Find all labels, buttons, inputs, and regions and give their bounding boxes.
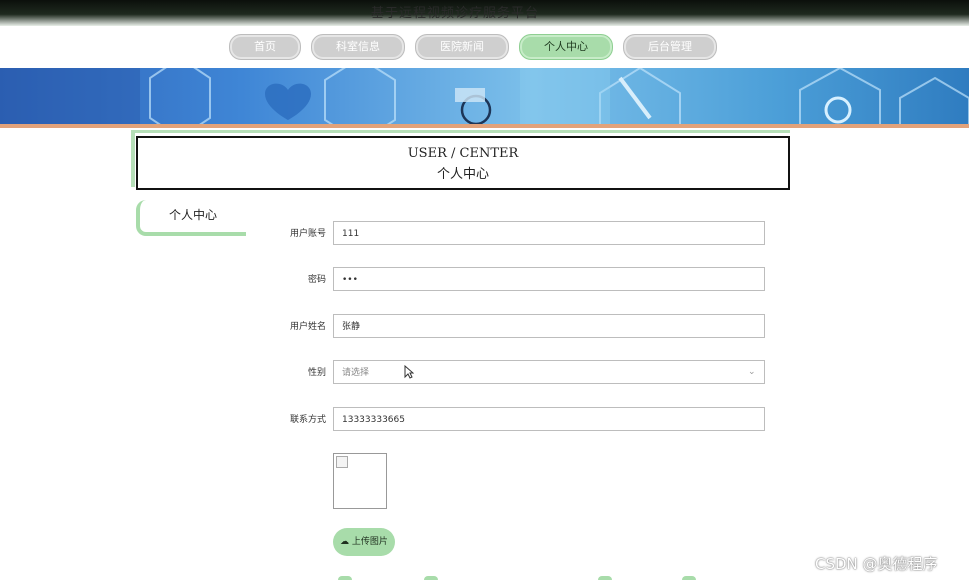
page-heading-chinese: 个人中心: [436, 167, 489, 182]
avatar-image-preview: [333, 453, 387, 509]
phone-input[interactable]: 13333333665: [333, 407, 765, 431]
account-input[interactable]: 111: [333, 221, 765, 245]
chevron-down-icon: ⌄: [748, 367, 756, 377]
upload-button-label: 上传图片: [351, 537, 388, 547]
form-row-name: 用户姓名 张静: [250, 314, 770, 340]
mouse-cursor-icon: [404, 364, 415, 383]
csdn-watermark: CSDN @奥德程序: [815, 555, 938, 573]
name-label: 用户姓名: [289, 322, 326, 332]
phone-label: 联系方式: [289, 415, 326, 425]
syringe-icon: [618, 76, 652, 120]
bottom-decoration: [424, 576, 438, 580]
gender-select-value: 请选择: [342, 368, 370, 378]
password-input[interactable]: •••: [333, 267, 765, 291]
account-label: 用户账号: [289, 229, 326, 239]
form-row-phone: 联系方式 13333333665: [250, 407, 770, 433]
banner-edge: [0, 124, 969, 128]
nav-item-profile[interactable]: 个人中心: [519, 34, 613, 60]
side-tab-profile[interactable]: 个人中心: [136, 200, 246, 236]
main-nav: 首页 科室信息 医院新闻 个人中心 后台管理: [229, 34, 717, 60]
upload-image-button[interactable]: ☁ 上传图片: [333, 528, 395, 556]
form-row-password: 密码 •••: [250, 267, 770, 293]
gender-label: 性别: [307, 368, 326, 378]
nav-item-admin[interactable]: 后台管理: [623, 34, 717, 60]
nav-item-home[interactable]: 首页: [229, 34, 301, 60]
page-heading: USER / CENTER 个人中心: [136, 136, 790, 190]
nav-item-news[interactable]: 医院新闻: [415, 34, 509, 60]
bottom-decoration: [598, 576, 612, 580]
page-heading-english: USER / CENTER: [407, 146, 519, 161]
broken-image-icon: [336, 456, 348, 468]
accessibility-icon: [824, 96, 852, 124]
cloud-upload-icon: ☁: [340, 537, 350, 547]
heart-icon: [265, 83, 311, 120]
form-row-account: 用户账号 111: [250, 221, 770, 247]
top-title-bar: 基于远程视频诊疗服务平台: [0, 0, 969, 26]
banner-graphic: [0, 68, 969, 128]
nav-item-departments[interactable]: 科室信息: [311, 34, 405, 60]
name-input[interactable]: 张静: [333, 314, 765, 338]
gender-select[interactable]: 请选择 ⌄: [333, 360, 765, 384]
hero-banner: [0, 68, 969, 128]
password-label: 密码: [307, 275, 326, 285]
form-row-gender: 性别 请选择 ⌄: [250, 360, 770, 386]
site-title: 基于远程视频诊疗服务平台: [370, 6, 539, 21]
bottom-decoration: [338, 576, 352, 580]
bottom-decoration: [682, 576, 696, 580]
